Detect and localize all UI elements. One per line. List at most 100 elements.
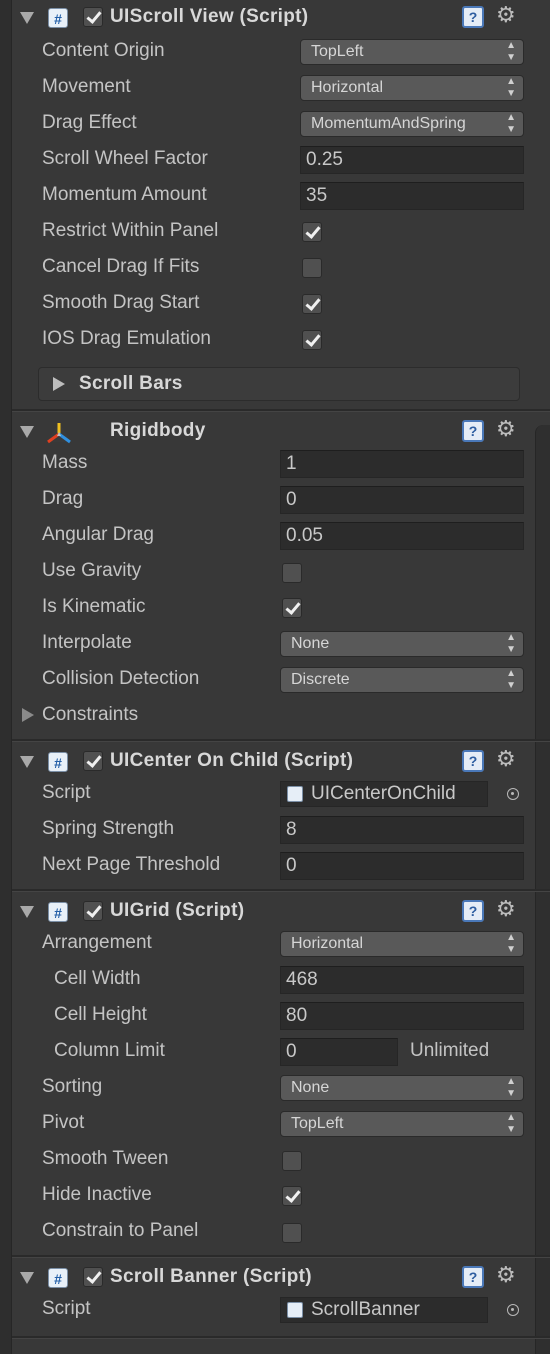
gear-icon[interactable]: ⚙ <box>496 418 516 440</box>
restrict-within-panel-label: Restrict Within Panel <box>42 220 219 241</box>
gear-icon[interactable]: ⚙ <box>496 748 516 770</box>
momentum-amount-label: Momentum Amount <box>42 184 207 205</box>
object-picker-icon[interactable] <box>507 1304 519 1316</box>
spring-strength-label: Spring Strength <box>42 818 175 839</box>
constrain-to-panel-checkbox[interactable] <box>282 1223 302 1243</box>
component-foldout-arrow-rigidbody[interactable] <box>20 426 34 438</box>
help-book-icon[interactable]: ? <box>462 420 484 442</box>
ios-drag-emulation-label: IOS Drag Emulation <box>42 328 211 349</box>
script-label: Script <box>42 782 91 803</box>
is-kinematic-checkbox[interactable] <box>282 598 302 618</box>
component-foldout-arrow-grid[interactable] <box>20 906 34 918</box>
script-object-field[interactable]: UICenterOnChild <box>280 781 488 807</box>
left-gutter <box>0 0 12 1354</box>
collision-detection-popup[interactable]: Discrete ▲ ▼ <box>280 667 524 693</box>
next-page-threshold-label: Next Page Threshold <box>42 854 221 875</box>
component-separator <box>12 1255 550 1258</box>
cell-width-field[interactable]: 468 <box>280 966 524 994</box>
scroll-view-enabled-checkbox[interactable] <box>83 7 103 27</box>
mass-field[interactable]: 1 <box>280 450 524 478</box>
popup-arrows-icon: ▲ ▼ <box>506 76 516 99</box>
angular-drag-label: Angular Drag <box>42 524 154 545</box>
next-page-threshold-field[interactable]: 0 <box>280 852 524 880</box>
grid-enabled-checkbox[interactable] <box>83 901 103 921</box>
column-limit-label: Column Limit <box>54 1040 165 1061</box>
scroll-view-title: UIScroll View (Script) <box>110 6 309 27</box>
is-kinematic-label: Is Kinematic <box>42 596 146 617</box>
drag-effect-popup[interactable]: MomentumAndSpring ▲ ▼ <box>300 111 524 137</box>
popup-arrows-icon: ▲ ▼ <box>506 112 516 135</box>
use-gravity-label: Use Gravity <box>42 560 142 581</box>
object-picker-icon[interactable] <box>507 788 519 800</box>
movement-popup[interactable]: Horizontal ▲ ▼ <box>300 75 524 101</box>
center-on-child-enabled-checkbox[interactable] <box>83 751 103 771</box>
scroll-bars-foldout[interactable]: Scroll Bars <box>38 367 520 401</box>
drag-label: Drag <box>42 488 84 509</box>
gear-icon[interactable]: ⚙ <box>496 1264 516 1286</box>
center-on-child-title: UICenter On Child (Script) <box>110 750 354 771</box>
interpolate-popup[interactable]: None ▲ ▼ <box>280 631 524 657</box>
gear-icon[interactable]: ⚙ <box>496 898 516 920</box>
smooth-tween-checkbox[interactable] <box>282 1151 302 1171</box>
triangle-right-icon <box>53 377 65 391</box>
pivot-popup[interactable]: TopLeft ▲ ▼ <box>280 1111 524 1137</box>
column-limit-field[interactable]: 0 <box>280 1038 398 1066</box>
help-book-icon[interactable]: ? <box>462 750 484 772</box>
arrangement-popup[interactable]: Horizontal ▲ ▼ <box>280 931 524 957</box>
component-foldout-arrow-center-on-child[interactable] <box>20 756 34 768</box>
drag-effect-label: Drag Effect <box>42 112 137 133</box>
popup-arrows-icon: ▲ ▼ <box>506 1112 516 1135</box>
popup-arrows-icon: ▲ ▼ <box>506 932 516 955</box>
scroll-wheel-factor-field[interactable]: 0.25 <box>300 146 524 174</box>
hide-inactive-checkbox[interactable] <box>282 1186 302 1206</box>
csharp-script-icon: # <box>48 902 68 922</box>
script-label: Script <box>42 1298 91 1319</box>
collision-detection-label: Collision Detection <box>42 668 200 689</box>
gear-icon[interactable]: ⚙ <box>496 4 516 26</box>
help-book-icon[interactable]: ? <box>462 900 484 922</box>
scroll-banner-enabled-checkbox[interactable] <box>83 1267 103 1287</box>
csharp-script-icon <box>287 786 303 802</box>
rigidbody-title: Rigidbody <box>110 420 206 441</box>
popup-arrows-icon: ▲ ▼ <box>506 668 516 691</box>
content-origin-label: Content Origin <box>42 40 165 61</box>
movement-label: Movement <box>42 76 131 97</box>
constraints-foldout-arrow[interactable] <box>22 708 34 722</box>
angular-drag-field[interactable]: 0.05 <box>280 522 524 550</box>
sorting-label: Sorting <box>42 1076 103 1097</box>
constrain-to-panel-label: Constrain to Panel <box>42 1220 199 1241</box>
restrict-within-panel-checkbox[interactable] <box>302 222 322 242</box>
sorting-popup[interactable]: None ▲ ▼ <box>280 1075 524 1101</box>
component-separator <box>12 889 550 892</box>
constraints-label[interactable]: Constraints <box>42 704 138 726</box>
cell-height-label: Cell Height <box>54 1004 147 1025</box>
component-separator <box>12 739 550 742</box>
component-separator <box>12 1336 550 1339</box>
cell-height-field[interactable]: 80 <box>280 1002 524 1030</box>
popup-arrows-icon: ▲ ▼ <box>506 40 516 63</box>
popup-arrows-icon: ▲ ▼ <box>506 1076 516 1099</box>
popup-arrows-icon: ▲ ▼ <box>506 632 516 655</box>
drag-field[interactable]: 0 <box>280 486 524 514</box>
component-foldout-arrow-scroll-view[interactable] <box>20 12 34 24</box>
cancel-drag-if-fits-checkbox[interactable] <box>302 258 322 278</box>
spring-strength-field[interactable]: 8 <box>280 816 524 844</box>
script-object-field[interactable]: ScrollBanner <box>280 1297 488 1323</box>
rigidbody-axes-icon <box>47 422 71 444</box>
momentum-amount-field[interactable]: 35 <box>300 182 524 210</box>
smooth-drag-start-checkbox[interactable] <box>302 294 322 314</box>
help-book-icon[interactable]: ? <box>462 6 484 28</box>
arrangement-label: Arrangement <box>42 932 152 953</box>
component-foldout-arrow-scroll-banner[interactable] <box>20 1272 34 1284</box>
use-gravity-checkbox[interactable] <box>282 563 302 583</box>
column-limit-note: Unlimited <box>410 1040 490 1061</box>
scroll-wheel-factor-label: Scroll Wheel Factor <box>42 148 208 169</box>
help-book-icon[interactable]: ? <box>462 1266 484 1288</box>
smooth-drag-start-label: Smooth Drag Start <box>42 292 200 313</box>
csharp-script-icon: # <box>48 1268 68 1288</box>
cancel-drag-if-fits-label: Cancel Drag If Fits <box>42 256 200 277</box>
ios-drag-emulation-checkbox[interactable] <box>302 330 322 350</box>
content-origin-popup[interactable]: TopLeft ▲ ▼ <box>300 39 524 65</box>
interpolate-label: Interpolate <box>42 632 132 653</box>
csharp-script-icon: # <box>48 8 68 28</box>
